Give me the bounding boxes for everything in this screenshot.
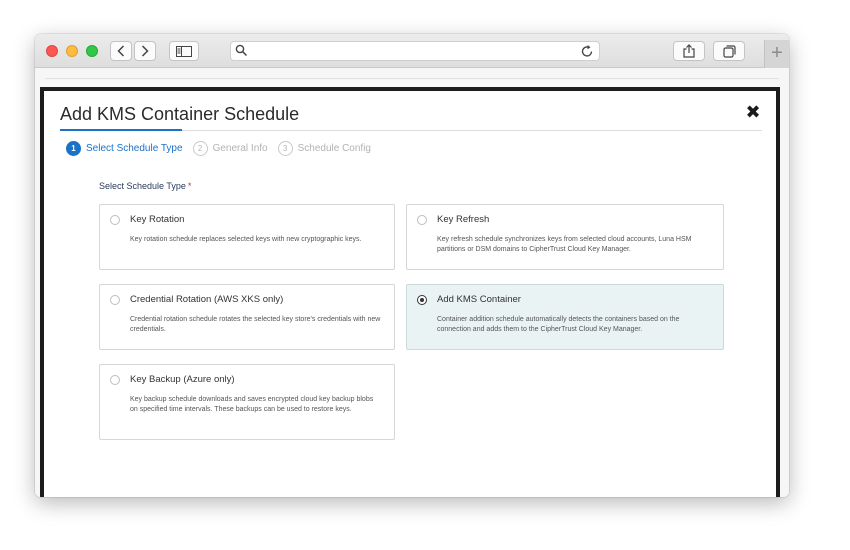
- maximize-window-button[interactable]: [86, 45, 98, 57]
- stepper: 1 Select Schedule Type 2 General Info 3 …: [66, 139, 381, 157]
- page-divider: [45, 78, 779, 79]
- option-credential-rotation[interactable]: Credential Rotation (AWS XKS only) Crede…: [99, 284, 395, 350]
- step-label: Select Schedule Type: [86, 142, 183, 154]
- schedule-type-label-text: Select Schedule Type: [99, 181, 186, 191]
- option-key-refresh[interactable]: Key Refresh Key refresh schedule synchro…: [406, 204, 724, 270]
- sidebar-toggle-button[interactable]: [169, 41, 199, 61]
- option-add-kms-container[interactable]: Add KMS Container Container addition sch…: [406, 284, 724, 350]
- option-key-backup[interactable]: Key Backup (Azure only) Key backup sched…: [99, 364, 395, 440]
- minimize-window-button[interactable]: [66, 45, 78, 57]
- step-label: General Info: [212, 142, 268, 154]
- option-title: Key Refresh: [437, 214, 490, 225]
- step-schedule-config[interactable]: 3 Schedule Config: [277, 140, 371, 156]
- chevron-left-icon: [117, 45, 125, 57]
- forward-button[interactable]: [134, 41, 156, 61]
- option-description: Key rotation schedule replaces selected …: [130, 236, 362, 243]
- new-tab-button[interactable]: +: [764, 40, 789, 68]
- sidebar-icon: [176, 45, 192, 57]
- radio-button[interactable]: [110, 295, 120, 305]
- back-button[interactable]: [110, 41, 132, 61]
- step-number: 1: [66, 140, 81, 156]
- browser-window: + Add KMS Container Schedule ✖ 1 Select …: [35, 34, 789, 497]
- step-select-schedule-type[interactable]: 1 Select Schedule Type: [66, 140, 183, 156]
- modal-title: Add KMS Container Schedule: [60, 104, 300, 124]
- schedule-modal: Add KMS Container Schedule ✖ 1 Select Sc…: [40, 87, 780, 497]
- chevron-right-icon: [141, 45, 149, 57]
- radio-button[interactable]: [110, 215, 120, 225]
- browser-toolbar: +: [35, 34, 789, 68]
- share-icon: [683, 44, 695, 58]
- radio-button-selected[interactable]: [417, 295, 427, 305]
- option-description: Key refresh schedule synchronizes keys f…: [437, 236, 692, 253]
- option-title: Key Backup (Azure only): [130, 374, 235, 385]
- close-modal-icon[interactable]: ✖: [744, 103, 762, 121]
- step-number: 2: [192, 140, 208, 156]
- option-key-rotation[interactable]: Key Rotation Key rotation schedule repla…: [99, 204, 395, 270]
- step-general-info[interactable]: 2 General Info: [192, 140, 268, 156]
- option-title: Key Rotation: [130, 214, 185, 225]
- page-content: Add KMS Container Schedule ✖ 1 Select Sc…: [35, 68, 789, 497]
- reload-icon[interactable]: [581, 44, 594, 58]
- address-bar[interactable]: [230, 41, 600, 61]
- option-description: Credential rotation schedule rotates the…: [130, 316, 381, 333]
- show-tabs-button[interactable]: [713, 41, 745, 61]
- search-icon: [235, 44, 248, 57]
- step-label: Schedule Config: [297, 142, 371, 154]
- tabs-icon: [722, 44, 736, 58]
- title-accent-bar: [60, 129, 182, 131]
- radio-button[interactable]: [110, 375, 120, 385]
- close-window-button[interactable]: [46, 45, 58, 57]
- option-description: Key backup schedule downloads and saves …: [130, 396, 374, 413]
- schedule-type-label: Select Schedule Type *: [99, 181, 191, 191]
- required-marker: *: [187, 181, 192, 191]
- share-button[interactable]: [673, 41, 705, 61]
- option-title: Credential Rotation (AWS XKS only): [130, 294, 284, 305]
- step-number: 3: [277, 140, 293, 156]
- option-title: Add KMS Container: [437, 294, 521, 305]
- radio-button[interactable]: [417, 215, 427, 225]
- option-description: Container addition schedule automaticall…: [437, 316, 680, 333]
